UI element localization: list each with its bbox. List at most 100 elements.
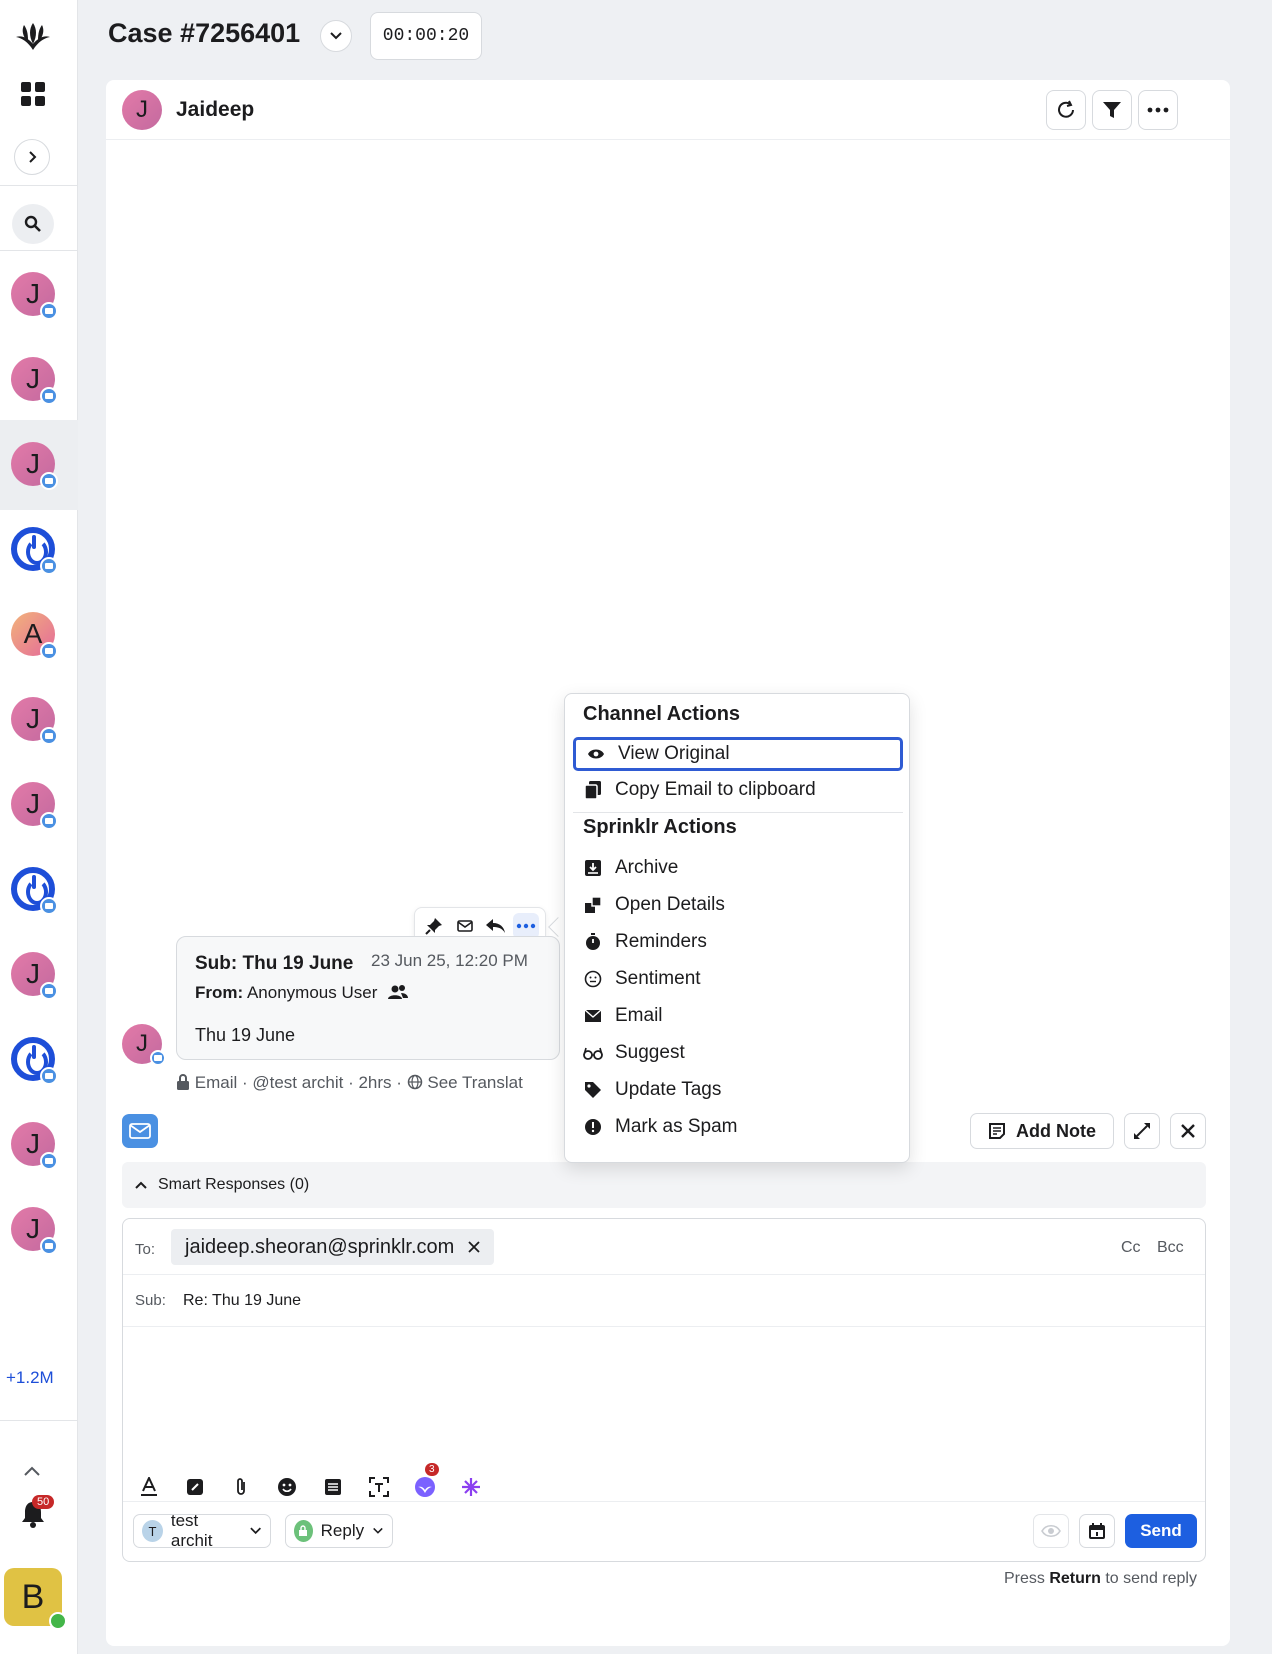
menu-item-label: Update Tags	[615, 1079, 722, 1100]
conversation-item[interactable]	[0, 1015, 78, 1105]
link-button[interactable]	[183, 1475, 207, 1499]
menu-item-suggest[interactable]: Suggest	[573, 1036, 903, 1070]
text-format-button[interactable]	[137, 1475, 161, 1499]
chevron-up-icon[interactable]	[22, 1464, 42, 1478]
conversation-item[interactable]: A	[0, 590, 78, 680]
from-label: From:	[195, 983, 244, 1002]
reply-mode-selector[interactable]: Reply	[285, 1514, 393, 1548]
menu-item-label: Archive	[615, 857, 679, 878]
sentiment-icon	[583, 969, 603, 989]
more-options-button[interactable]	[1138, 90, 1178, 130]
refresh-button[interactable]	[1046, 90, 1086, 130]
eye-icon	[1041, 1524, 1061, 1538]
conversation-item[interactable]: J	[0, 250, 78, 340]
menu-item-email[interactable]: Email	[573, 999, 903, 1033]
email-channel-button[interactable]	[122, 1114, 158, 1148]
meta-account: @test archit	[252, 1073, 344, 1092]
tag-icon	[583, 1080, 603, 1100]
message-card[interactable]: Sub: Thu 19 June 23 Jun 25, 12:20 PM Fro…	[176, 936, 560, 1060]
conversation-item[interactable]: J	[0, 335, 78, 425]
search-button[interactable]	[12, 204, 54, 244]
menu-item-update-tags[interactable]: Update Tags	[573, 1073, 903, 1107]
message-avatar[interactable]: J	[122, 1024, 166, 1066]
add-note-label: Add Note	[1016, 1120, 1096, 1141]
bcc-button[interactable]: Bcc	[1157, 1239, 1184, 1257]
smart-responses-toggle[interactable]: Smart Responses (0)	[122, 1162, 1206, 1208]
avatar-initial: J	[26, 1128, 40, 1159]
sprinklr-logo-icon[interactable]	[14, 20, 52, 56]
conversation-item[interactable]: J	[0, 930, 78, 1020]
conversation-item[interactable]	[0, 505, 78, 595]
menu-item-reminders[interactable]: Reminders	[573, 925, 903, 959]
menu-item-archive[interactable]: Archive	[573, 851, 903, 885]
menu-item-label: Mark as Spam	[615, 1116, 738, 1137]
conversation-item[interactable]: J	[0, 420, 78, 510]
email-channel-badge-icon	[40, 982, 58, 1000]
menu-item-label: Sentiment	[615, 968, 701, 989]
to-label: To:	[135, 1241, 156, 1258]
menu-item-view-original[interactable]: View Original	[573, 737, 903, 771]
sparkle-button[interactable]	[459, 1475, 483, 1499]
apps-grid-icon[interactable]	[21, 82, 45, 106]
conversation-item[interactable]: J	[0, 1185, 78, 1275]
text-format-icon	[141, 1477, 157, 1496]
template-button[interactable]	[321, 1475, 345, 1499]
emoji-button[interactable]	[275, 1475, 299, 1499]
message-body: Thu 19 June	[195, 1025, 296, 1045]
expand-rail-button[interactable]	[14, 139, 50, 175]
alert-icon	[583, 1117, 603, 1137]
sprinklr-ai-icon	[415, 1477, 435, 1497]
from-value: Anonymous User	[246, 983, 378, 1002]
contact-avatar[interactable]: J	[122, 90, 162, 130]
paperclip-icon	[237, 1478, 245, 1495]
popout-button[interactable]	[1124, 1113, 1160, 1149]
case-dropdown-button[interactable]	[320, 20, 352, 52]
ai-count-badge: 3	[425, 1463, 439, 1476]
attach-button[interactable]	[229, 1475, 253, 1499]
send-button[interactable]: Send	[1125, 1514, 1197, 1548]
account-avatar: T	[142, 1520, 163, 1542]
conversation-item[interactable]	[0, 845, 78, 935]
account-selector[interactable]: T test archit	[133, 1511, 271, 1550]
timer-icon	[583, 932, 603, 952]
sprinklr-actions-heading: Sprinklr Actions	[583, 816, 737, 838]
more-conversations-count[interactable]: +1.2M	[6, 1368, 54, 1388]
copy-icon	[583, 780, 603, 800]
recipient-chip[interactable]: jaideep.sheoran@sprinklr.com	[171, 1229, 495, 1265]
ai-assist-button[interactable]: 3	[413, 1463, 439, 1499]
preview-button[interactable]	[1033, 1514, 1069, 1548]
recipient-email: jaideep.sheoran@sprinklr.com	[185, 1235, 455, 1258]
menu-item-copy-email[interactable]: Copy Email to clipboard	[573, 773, 903, 807]
conversation-item[interactable]: J	[0, 675, 78, 765]
lock-icon	[177, 1074, 189, 1090]
email-channel-badge-icon	[40, 1152, 58, 1170]
filter-button[interactable]	[1092, 90, 1132, 130]
globe-icon	[407, 1074, 422, 1090]
text-scan-button[interactable]	[367, 1475, 391, 1499]
close-reply-button[interactable]	[1170, 1113, 1206, 1149]
users-icon	[388, 985, 409, 999]
menu-item-label: Open Details	[615, 894, 725, 915]
conversation-item[interactable]: J	[0, 760, 78, 850]
schedule-button[interactable]	[1079, 1514, 1115, 1548]
menu-item-mark-as-spam[interactable]: Mark as Spam	[573, 1110, 903, 1144]
add-note-button[interactable]: Add Note	[970, 1113, 1114, 1149]
avatar-initial: J	[26, 1213, 40, 1244]
envelope-icon	[583, 1006, 603, 1026]
menu-item-open-details[interactable]: Open Details	[573, 888, 903, 922]
conversation-header: J Jaideep	[106, 80, 1230, 140]
contact-name[interactable]: Jaideep	[176, 98, 254, 122]
menu-item-sentiment[interactable]: Sentiment	[573, 962, 903, 996]
note-icon	[989, 1123, 1005, 1139]
avatar-initial: J	[26, 703, 40, 734]
conversation-item[interactable]: J	[0, 1100, 78, 1190]
more-icon	[516, 923, 535, 929]
message-subject: Sub: Thu 19 June	[195, 953, 354, 974]
see-translation-link[interactable]: See Translat	[427, 1073, 522, 1092]
remove-recipient-icon[interactable]	[468, 1241, 480, 1253]
cc-button[interactable]: Cc	[1121, 1239, 1141, 1257]
subject-input[interactable]: Re: Thu 19 June	[183, 1292, 301, 1310]
left-rail: JJJAJJJJJ +1.2M 50 B	[0, 0, 78, 1654]
message-time: 23 Jun 25, 12:20 PM	[371, 951, 528, 970]
sub-label: Sub:	[135, 1292, 166, 1309]
